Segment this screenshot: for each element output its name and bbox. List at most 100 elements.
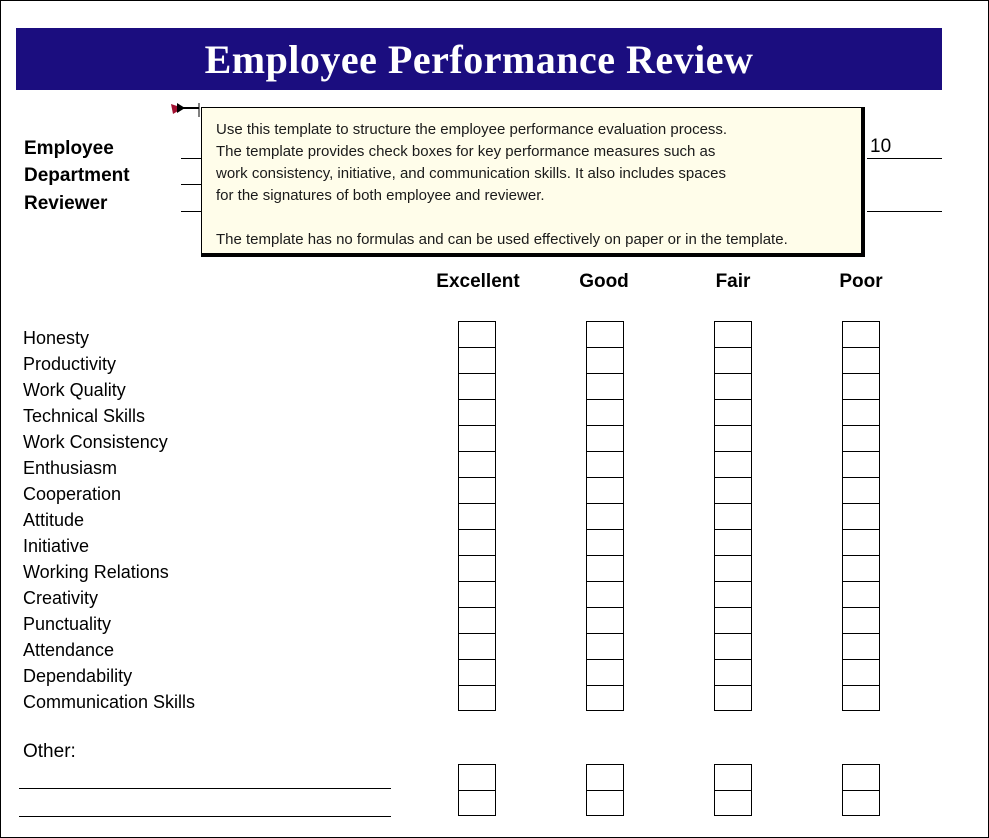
rating-checkbox[interactable]: [842, 347, 880, 373]
rating-checkbox[interactable]: [586, 373, 624, 399]
page-title: Employee Performance Review: [204, 36, 754, 82]
rating-checkbox[interactable]: [586, 581, 624, 607]
rating-checkbox[interactable]: [458, 373, 496, 399]
other-write-in-rule[interactable]: [19, 788, 391, 789]
rating-checkbox[interactable]: [842, 581, 880, 607]
other-rating-checkbox[interactable]: [586, 764, 624, 790]
rating-checkbox[interactable]: [842, 607, 880, 633]
other-rating-checkbox[interactable]: [586, 790, 624, 816]
rating-column-header-fair: Fair: [715, 271, 751, 292]
criteria-row-label: Cooperation: [23, 484, 122, 504]
criteria-row-label: Communication Skills: [23, 692, 196, 712]
criteria-row-label: Working Relations: [23, 562, 169, 582]
rating-column-excellent: [458, 321, 496, 711]
rating-checkbox[interactable]: [458, 451, 496, 477]
rating-column-header-poor: Poor: [839, 271, 883, 292]
rating-checkbox[interactable]: [714, 529, 752, 555]
rating-checkbox[interactable]: [842, 373, 880, 399]
review-period-rule[interactable]: [867, 211, 942, 212]
rating-checkbox[interactable]: [714, 607, 752, 633]
rating-checkbox[interactable]: [714, 659, 752, 685]
other-write-in-rule[interactable]: [19, 816, 391, 817]
criteria-row-label: Dependability: [23, 666, 133, 686]
rating-checkbox[interactable]: [458, 347, 496, 373]
field-label-department: Department: [24, 165, 130, 186]
rating-checkbox[interactable]: [458, 477, 496, 503]
rating-checkbox[interactable]: [842, 633, 880, 659]
criteria-row-label: Honesty: [23, 328, 90, 348]
rating-checkbox[interactable]: [714, 321, 752, 347]
rating-checkbox[interactable]: [842, 503, 880, 529]
rating-checkbox[interactable]: [586, 425, 624, 451]
other-rating-column-fair: [714, 764, 752, 816]
rating-checkbox[interactable]: [458, 425, 496, 451]
comment-line: The template provides check boxes for ke…: [216, 143, 716, 160]
rating-checkbox[interactable]: [714, 373, 752, 399]
rating-checkbox[interactable]: [458, 685, 496, 711]
other-rating-checkbox[interactable]: [714, 764, 752, 790]
other-section-label: Other:: [23, 741, 76, 762]
performance-review-page: Employee Performance Review Employee Dep…: [0, 0, 989, 838]
rating-checkbox[interactable]: [458, 555, 496, 581]
rating-checkbox[interactable]: [842, 399, 880, 425]
rating-checkbox[interactable]: [458, 321, 496, 347]
rating-checkbox[interactable]: [714, 347, 752, 373]
criteria-row-label: Initiative: [23, 536, 90, 556]
rating-checkbox[interactable]: [586, 503, 624, 529]
rating-checkbox[interactable]: [586, 685, 624, 711]
rating-checkbox[interactable]: [458, 607, 496, 633]
rating-checkbox[interactable]: [458, 503, 496, 529]
rating-checkbox[interactable]: [586, 477, 624, 503]
rating-checkbox[interactable]: [458, 633, 496, 659]
rating-checkbox[interactable]: [458, 529, 496, 555]
rating-checkbox[interactable]: [458, 581, 496, 607]
criteria-row-label: Work Consistency: [23, 432, 168, 452]
rating-checkbox[interactable]: [714, 451, 752, 477]
rating-checkbox[interactable]: [842, 659, 880, 685]
other-rating-checkbox[interactable]: [458, 764, 496, 790]
rating-checkbox[interactable]: [842, 425, 880, 451]
rating-checkbox[interactable]: [458, 399, 496, 425]
rating-checkbox[interactable]: [842, 321, 880, 347]
other-rating-column-excellent: [458, 764, 496, 816]
comment-line: Use this template to structure the emplo…: [216, 121, 728, 138]
rating-checkbox[interactable]: [714, 399, 752, 425]
rating-checkbox[interactable]: [586, 607, 624, 633]
rating-checkbox[interactable]: [458, 659, 496, 685]
other-rating-checkbox[interactable]: [714, 790, 752, 816]
criteria-row-label: Creativity: [23, 588, 99, 608]
rating-checkbox[interactable]: [586, 399, 624, 425]
rating-checkbox[interactable]: [842, 555, 880, 581]
criteria-row-label: Work Quality: [23, 380, 126, 400]
comment-line: work consistency, initiative, and commun…: [216, 165, 726, 182]
rating-checkbox[interactable]: [714, 477, 752, 503]
comment-line: The template has no formulas and can be …: [216, 231, 788, 248]
rating-checkbox[interactable]: [842, 529, 880, 555]
date-rule[interactable]: [867, 158, 942, 159]
rating-checkbox[interactable]: [586, 451, 624, 477]
rating-checkbox[interactable]: [714, 503, 752, 529]
rating-checkbox[interactable]: [586, 555, 624, 581]
rating-checkbox[interactable]: [714, 633, 752, 659]
rating-checkbox[interactable]: [714, 555, 752, 581]
rating-checkbox[interactable]: [842, 685, 880, 711]
rating-column-poor: [842, 321, 880, 711]
rating-checkbox[interactable]: [586, 659, 624, 685]
other-rating-checkbox[interactable]: [458, 790, 496, 816]
rating-checkbox[interactable]: [586, 321, 624, 347]
rating-checkbox[interactable]: [842, 477, 880, 503]
other-rating-checkbox[interactable]: [842, 790, 880, 816]
criteria-row-label: Enthusiasm: [23, 458, 118, 478]
other-rating-column-good: [586, 764, 624, 816]
rating-checkbox[interactable]: [714, 581, 752, 607]
criteria-row-label: Attendance: [23, 640, 115, 660]
rating-column-header-excellent: Excellent: [436, 271, 520, 292]
rating-checkbox[interactable]: [842, 451, 880, 477]
rating-checkbox[interactable]: [586, 633, 624, 659]
other-rating-checkbox[interactable]: [842, 764, 880, 790]
rating-checkbox[interactable]: [714, 685, 752, 711]
comment-line-spacer: [216, 207, 847, 229]
rating-checkbox[interactable]: [714, 425, 752, 451]
rating-checkbox[interactable]: [586, 347, 624, 373]
rating-checkbox[interactable]: [586, 529, 624, 555]
